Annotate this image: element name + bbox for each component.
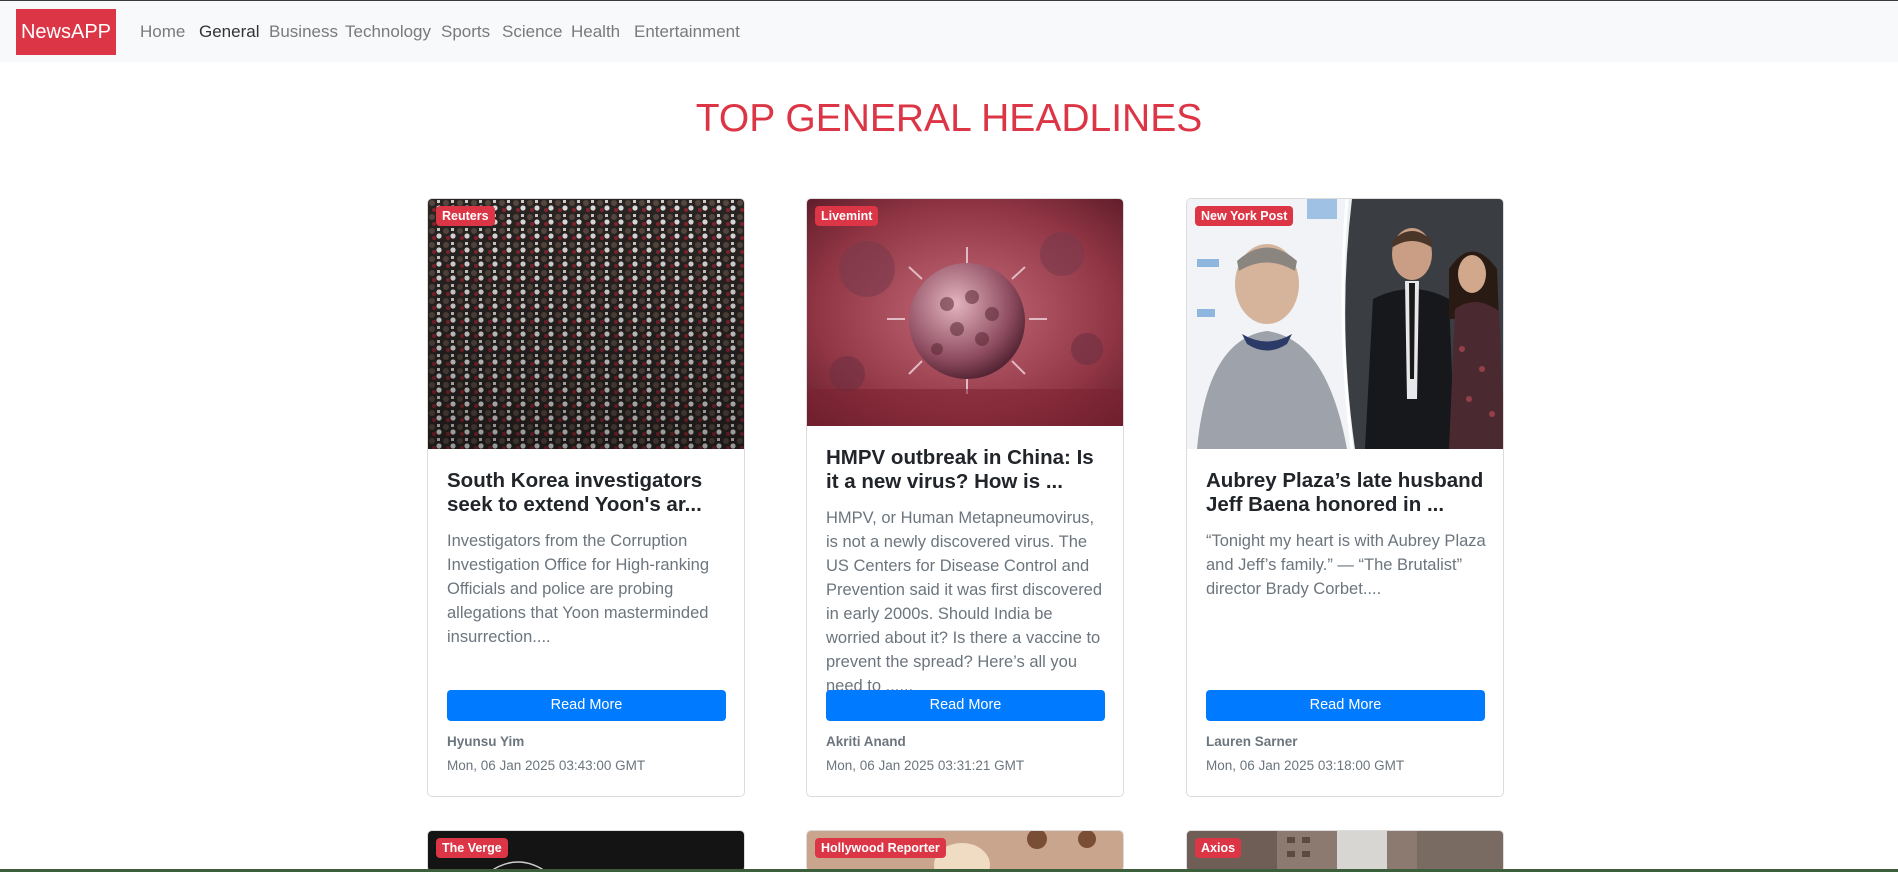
news-image-celebrity[interactable]: Hollywood Reporter (807, 831, 1123, 872)
source-badge: Reuters (436, 206, 495, 226)
source-badge: Hollywood Reporter (815, 838, 946, 858)
brand-logo[interactable]: NewsAPP (16, 9, 116, 55)
nav-link-sports[interactable]: Sports (441, 22, 490, 42)
card-author: Lauren Sarner (1206, 734, 1298, 749)
nav-link-general[interactable]: General (199, 22, 259, 42)
source-badge: Axios (1195, 838, 1242, 858)
nav-link-entertainment[interactable]: Entertainment (634, 22, 740, 42)
card-description: Investigators from the Corruption Invest… (447, 532, 709, 646)
news-card: New York Post Aubrey Plaza’s late husban… (1186, 198, 1504, 797)
read-more-button[interactable]: Read More (1206, 690, 1485, 721)
news-card: Hollywood Reporter (806, 830, 1124, 872)
source-badge: The Verge (436, 838, 508, 858)
card-description: “Tonight my heart is with Aubrey Plaza a… (1206, 532, 1486, 598)
card-title: Aubrey Plaza’s late husband Jeff Baena h… (1206, 469, 1484, 516)
nav-link-technology[interactable]: Technology (345, 22, 431, 42)
news-image-portrait[interactable]: New York Post (1187, 199, 1503, 449)
card-date: Mon, 06 Jan 2025 03:18:00 GMT (1206, 758, 1405, 773)
news-image-dark[interactable]: The Verge (428, 831, 744, 872)
news-image-crowd[interactable]: Reuters (428, 199, 744, 449)
nav-link-science[interactable]: Science (502, 22, 562, 42)
card-date: Mon, 06 Jan 2025 03:31:21 GMT (826, 758, 1025, 773)
source-badge: Livemint (815, 206, 879, 226)
navbar: NewsAPP Home General Business Technology… (0, 1, 1898, 62)
card-description: HMPV, or Human Metapneumovirus, is not a… (826, 509, 1103, 695)
read-more-button[interactable]: Read More (447, 690, 726, 721)
card-date: Mon, 06 Jan 2025 03:43:00 GMT (447, 758, 646, 773)
nav-link-health[interactable]: Health (571, 22, 620, 42)
read-more-button[interactable]: Read More (826, 690, 1105, 721)
card-author: Akriti Anand (826, 734, 906, 749)
source-badge: New York Post (1195, 206, 1294, 226)
news-image-buildings[interactable]: Axios (1187, 831, 1503, 872)
news-card: Reuters South Korea investigators seek t… (427, 198, 745, 797)
page-heading: TOP GENERAL HEADLINES (695, 97, 1203, 140)
nav-link-business[interactable]: Business (269, 22, 338, 42)
news-image-virus[interactable]: Livemint (807, 199, 1123, 426)
card-title: HMPV outbreak in China: Is it a new viru… (826, 446, 1094, 493)
news-card: Axios (1186, 830, 1504, 872)
nav-link-home[interactable]: Home (140, 22, 185, 42)
news-card: The Verge (427, 830, 745, 872)
news-card: Livemint HMPV outbreak in China: Is it a… (806, 198, 1124, 797)
card-author: Hyunsu Yim (447, 734, 525, 749)
card-title: South Korea investigators seek to extend… (447, 469, 703, 516)
